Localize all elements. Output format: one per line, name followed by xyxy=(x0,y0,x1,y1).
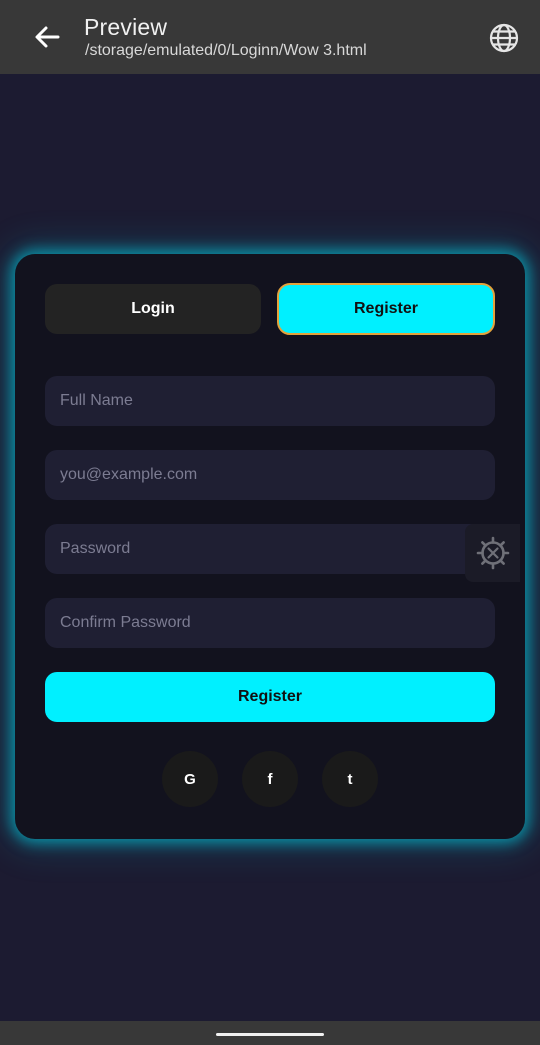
twitter-login-button[interactable]: t xyxy=(322,751,378,807)
tab-login-label: Login xyxy=(131,300,175,317)
full-name-placeholder: Full Name xyxy=(60,392,133,409)
floating-settings-button[interactable] xyxy=(465,524,520,582)
app-bar: Preview /storage/emulated/0/Loginn/Wow 3… xyxy=(0,0,540,74)
tab-register[interactable]: Register xyxy=(277,283,495,335)
email-field[interactable]: you@example.com xyxy=(45,450,495,500)
auth-card: Login Register Full Name you@example.com… xyxy=(15,254,525,839)
app-bar-title: Preview xyxy=(84,14,168,40)
facebook-login-button[interactable]: f xyxy=(242,751,298,807)
globe-icon[interactable] xyxy=(486,20,522,56)
tab-register-label: Register xyxy=(353,300,419,317)
home-gesture-handle[interactable] xyxy=(216,1033,324,1036)
settings-tools-icon xyxy=(476,536,509,570)
twitter-label: t xyxy=(347,770,353,788)
confirm-password-field[interactable]: Confirm Password xyxy=(45,598,495,648)
register-button[interactable]: Register xyxy=(45,672,495,722)
back-arrow-icon[interactable] xyxy=(30,20,64,54)
email-placeholder: you@example.com xyxy=(60,466,198,483)
register-button-label: Register xyxy=(237,688,303,705)
google-label: G xyxy=(184,770,196,788)
full-name-field[interactable]: Full Name xyxy=(45,376,495,426)
password-placeholder: Password xyxy=(60,540,131,557)
google-login-button[interactable]: G xyxy=(162,751,218,807)
system-nav-bar xyxy=(0,1021,540,1045)
confirm-password-placeholder: Confirm Password xyxy=(60,614,191,631)
facebook-label: f xyxy=(267,770,273,788)
tab-login[interactable]: Login xyxy=(45,284,261,334)
password-field[interactable]: Password xyxy=(45,524,495,574)
file-path: /storage/emulated/0/Loginn/Wow 3.html xyxy=(85,42,367,59)
